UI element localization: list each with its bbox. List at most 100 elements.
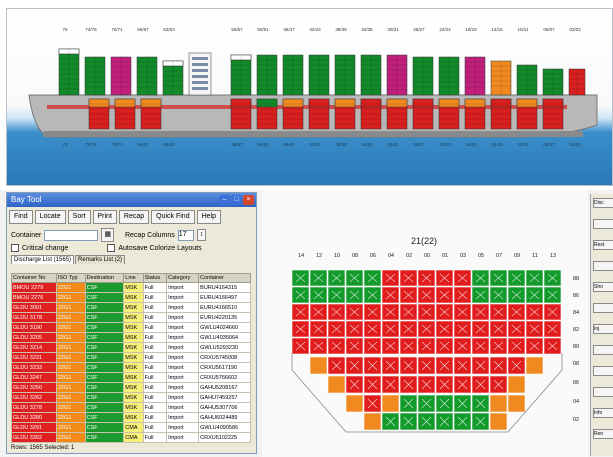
bay-cell[interactable]: [435, 412, 454, 431]
deck-stack[interactable]: [386, 54, 408, 96]
bay-cell[interactable]: [507, 269, 526, 287]
deck-stack[interactable]: [58, 48, 80, 96]
bay-cell[interactable]: [345, 394, 364, 413]
bay-cell[interactable]: [471, 375, 490, 394]
bay-cell[interactable]: [309, 269, 328, 287]
bay-cell[interactable]: [363, 412, 382, 431]
bay-cell[interactable]: [453, 375, 472, 394]
bay-cell[interactable]: [417, 356, 436, 375]
bay-cell[interactable]: [363, 356, 382, 375]
side-panel-item[interactable]: [593, 303, 613, 313]
bay-cell[interactable]: [471, 320, 490, 338]
bay-cell[interactable]: [507, 356, 526, 375]
bay-cell[interactable]: [543, 337, 562, 355]
bay-cell[interactable]: [417, 269, 436, 287]
bay-cell[interactable]: [345, 337, 364, 355]
bay-cell[interactable]: [489, 303, 508, 321]
deck-stack[interactable]: [136, 56, 158, 96]
side-panel-item[interactable]: Ren: [593, 429, 613, 439]
bay-cell[interactable]: [399, 320, 418, 338]
table-row[interactable]: BMOU 2276 22G1 CSF MSK Full Import EURU4166497: [11, 292, 251, 303]
bay-cell[interactable]: [417, 303, 436, 321]
col-header[interactable]: Container: [198, 273, 251, 283]
table-row[interactable]: GLDU 3302 22G1 CSF CMA Full Import CRXU5102225: [11, 432, 251, 443]
bay-cell[interactable]: [435, 286, 454, 304]
deck-stack[interactable]: [162, 60, 184, 96]
bay-cell[interactable]: [381, 303, 400, 321]
bay-cell[interactable]: [543, 303, 562, 321]
recap-spinner-icon[interactable]: ↕: [196, 229, 207, 241]
bay-cell[interactable]: [507, 337, 526, 355]
table-row[interactable]: GLDU 3190 22G1 CSF MSK Full Import GWLU4024660: [11, 322, 251, 333]
bay-cell[interactable]: [417, 286, 436, 304]
bay-cell[interactable]: [381, 286, 400, 304]
bay-cell[interactable]: [327, 337, 346, 355]
bay-cell[interactable]: [291, 320, 310, 338]
bay-cell[interactable]: [363, 286, 382, 304]
side-panel-item[interactable]: [593, 387, 613, 397]
table-row[interactable]: GLDU 3001 22G1 CSF MSK Full Import EURU4166510: [11, 302, 251, 313]
bay-cell[interactable]: [363, 269, 382, 287]
table-row[interactable]: GLDU 3280 22G1 CSF MSK Full Import GAHU6024489: [11, 412, 251, 423]
bay-cell[interactable]: [435, 320, 454, 338]
bay-cell[interactable]: [399, 337, 418, 355]
bay-cell[interactable]: [417, 375, 436, 394]
bay-cell[interactable]: [471, 412, 490, 431]
hold-stack[interactable]: [438, 98, 460, 130]
deck-stack[interactable]: [308, 54, 330, 96]
side-panel-item[interactable]: Info: [593, 408, 613, 418]
bay-cell[interactable]: [345, 375, 364, 394]
bay-cell[interactable]: [399, 303, 418, 321]
bay-cell[interactable]: [453, 320, 472, 338]
maximize-icon[interactable]: □: [231, 195, 242, 205]
bay-cell[interactable]: [525, 320, 544, 338]
bay-cell[interactable]: [417, 394, 436, 413]
bay-cell[interactable]: [399, 356, 418, 375]
col-header[interactable]: Container No: [11, 273, 57, 283]
bay-cell[interactable]: [471, 356, 490, 375]
deck-stack[interactable]: [568, 68, 586, 96]
bay-cell[interactable]: [345, 269, 364, 287]
bay-cell[interactable]: [327, 320, 346, 338]
bay-cell[interactable]: [435, 303, 454, 321]
bay-cell[interactable]: [489, 356, 508, 375]
ship-profile-panel[interactable]: 76 74/75 70/71 66/67 62/63 56/57 50/51 46/47 42/…: [6, 8, 613, 186]
bay-cell[interactable]: [291, 269, 310, 287]
bay-cell[interactable]: [525, 286, 544, 304]
bay-cell[interactable]: [327, 269, 346, 287]
bay-cell[interactable]: [507, 286, 526, 304]
bay-cell[interactable]: [417, 412, 436, 431]
bay-cell[interactable]: [381, 356, 400, 375]
bay-cell[interactable]: [309, 320, 328, 338]
quick-find-button[interactable]: Quick Find: [151, 210, 195, 224]
table-row[interactable]: GLDU 3178 22G1 CSF MSK Full Import EURU4220135: [11, 312, 251, 323]
bay-cell[interactable]: [381, 269, 400, 287]
dialog-titlebar[interactable]: Bay Tool – □ ×: [7, 193, 256, 207]
bay-cell[interactable]: [453, 394, 472, 413]
deck-stack[interactable]: [438, 56, 460, 96]
print-button[interactable]: Print: [92, 210, 117, 224]
bay-cell[interactable]: [525, 356, 544, 375]
deck-stack[interactable]: [464, 56, 486, 96]
bay-cell[interactable]: [435, 356, 454, 375]
bay-cell[interactable]: [435, 394, 454, 413]
side-panel-item[interactable]: [593, 261, 613, 271]
col-header[interactable]: Status: [142, 273, 168, 283]
deck-stack[interactable]: [256, 54, 278, 96]
hold-stack[interactable]: [334, 98, 356, 130]
bay-cell[interactable]: [471, 303, 490, 321]
bay-cell[interactable]: [471, 394, 490, 413]
side-panel-item[interactable]: Inj: [593, 324, 613, 334]
bay-cell[interactable]: [507, 320, 526, 338]
bay-cell[interactable]: [363, 375, 382, 394]
hold-stack[interactable]: [516, 98, 538, 130]
hold-stack[interactable]: [360, 98, 382, 130]
table-row[interactable]: GLDU 3233 22G1 CSF MSK Full Import CRXU5617190: [11, 362, 251, 373]
side-panel-item[interactable]: [593, 366, 613, 376]
bay-cell[interactable]: [327, 303, 346, 321]
bay-cell[interactable]: [399, 394, 418, 413]
bay-cell[interactable]: [381, 337, 400, 355]
bay-cell[interactable]: [363, 337, 382, 355]
bay-cell[interactable]: [471, 337, 490, 355]
bay-cell[interactable]: [435, 337, 454, 355]
